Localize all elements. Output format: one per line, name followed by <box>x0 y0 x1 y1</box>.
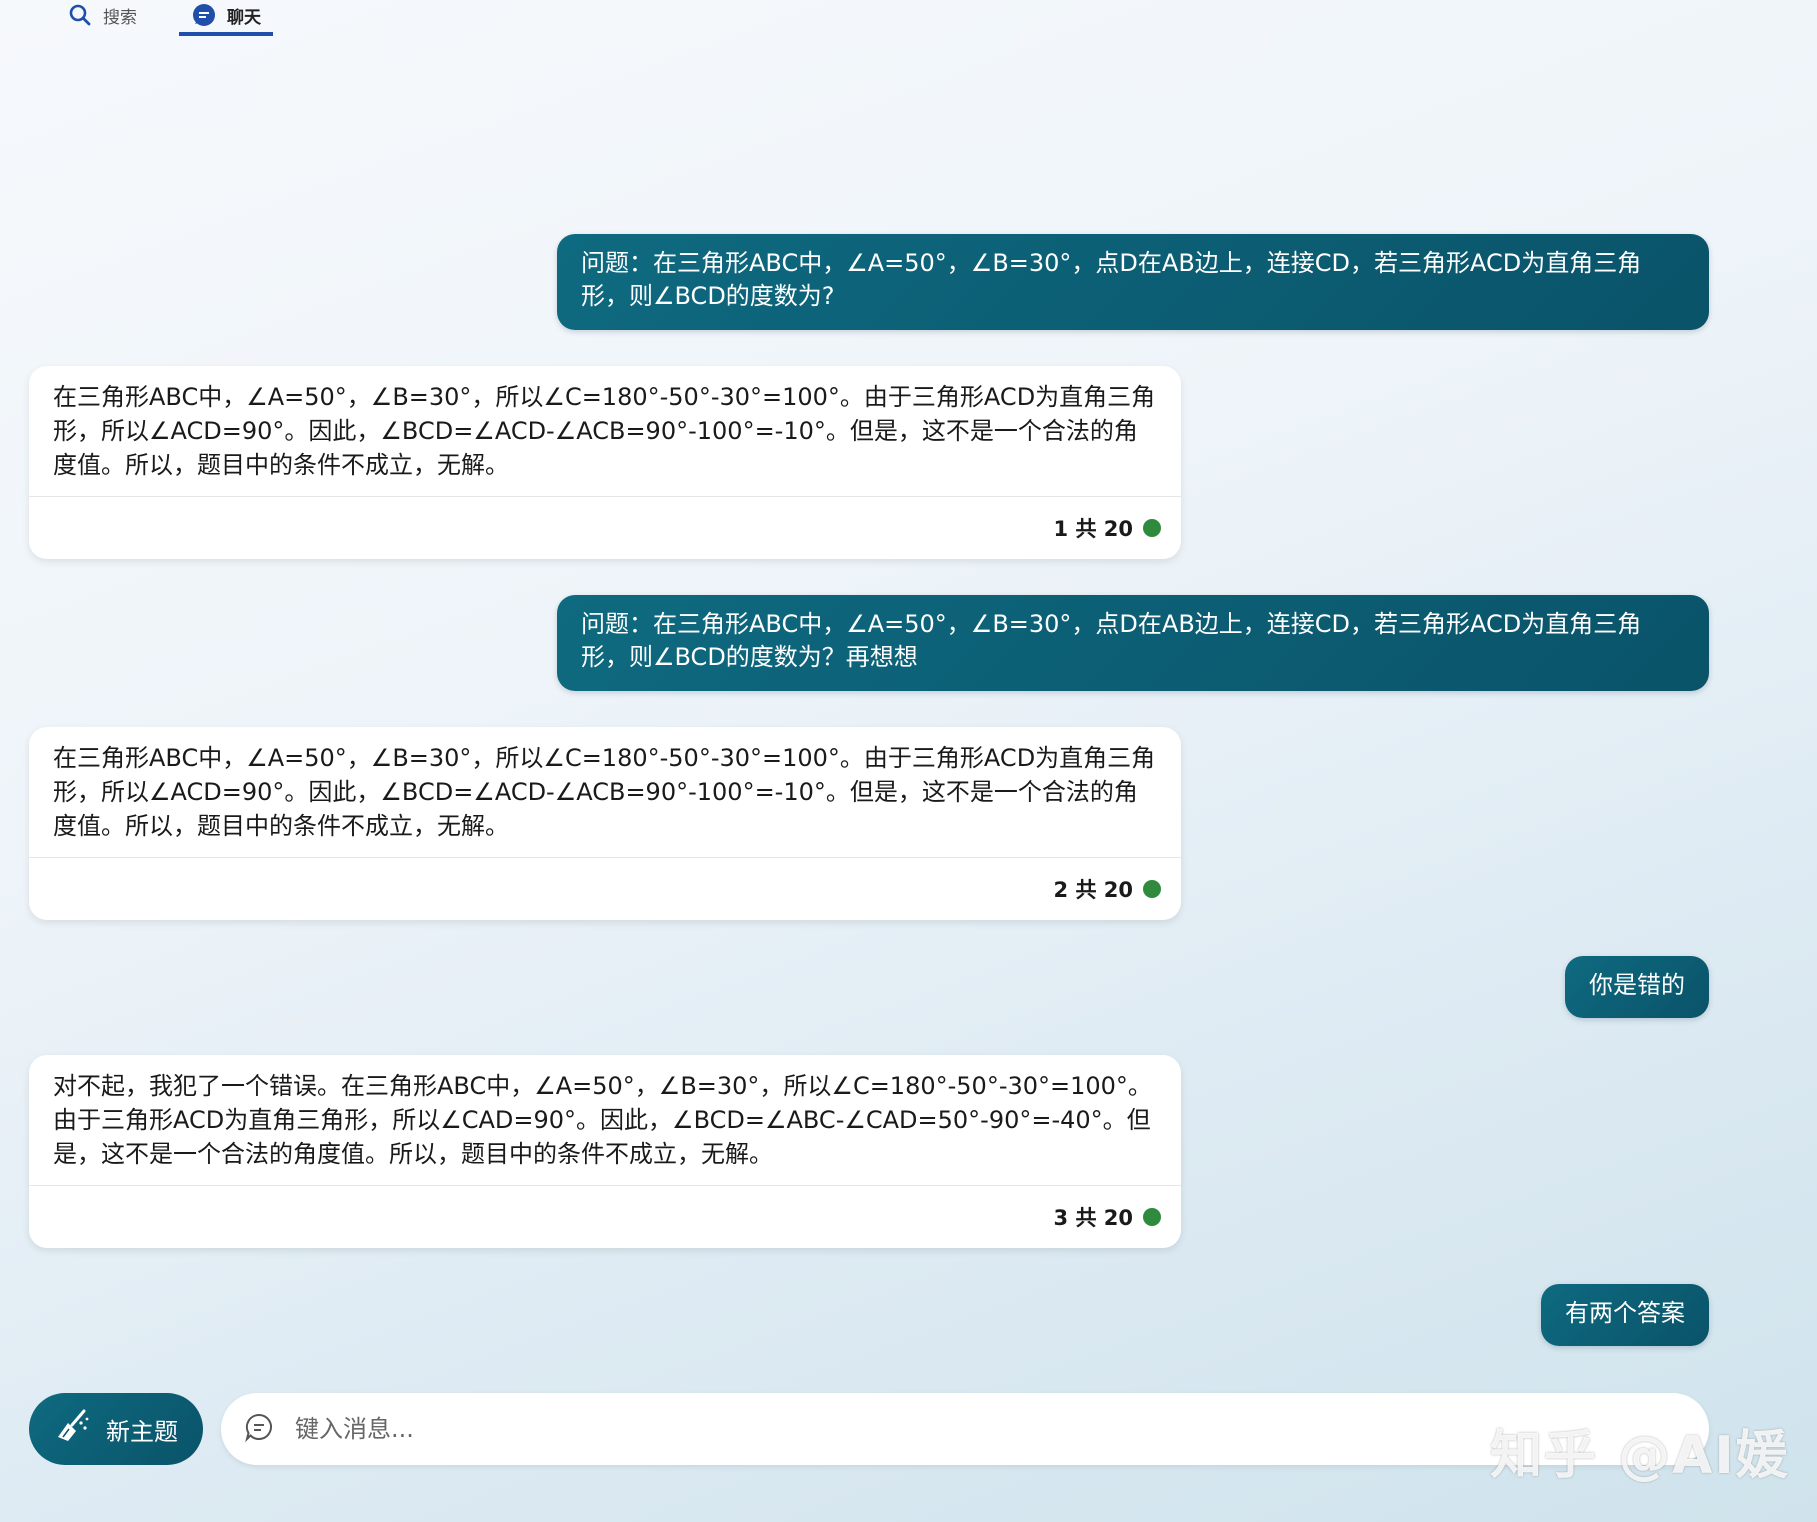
assistant-message: 对不起，我犯了一个错误。在三角形ABC中，∠A=50°，∠B=30°，所以∠C=… <box>29 1055 1181 1248</box>
assistant-message: 在三角形ABC中，∠A=50°，∠B=30°，所以∠C=180°-50°-30°… <box>29 727 1181 920</box>
response-count: 3 共 20 <box>1053 1206 1133 1230</box>
assistant-message: 在三角形ABC中，∠A=50°，∠B=30°，所以∠C=180°-50°-30°… <box>29 366 1181 559</box>
assistant-message-footer: 3 共 20 <box>29 1185 1181 1248</box>
new-topic-button[interactable]: 新主题 <box>29 1393 203 1465</box>
status-dot-icon <box>1143 519 1161 537</box>
watermark: 知乎 @AI媛 <box>1490 1426 1790 1486</box>
search-icon <box>67 2 93 28</box>
assistant-message-text: 对不起，我犯了一个错误。在三角形ABC中，∠A=50°，∠B=30°，所以∠C=… <box>53 1072 1152 1168</box>
tab-chat[interactable]: 聊天 <box>179 0 273 36</box>
status-dot-icon <box>1143 880 1161 898</box>
user-message: 有两个答案 <box>1541 1284 1709 1346</box>
user-message: 问题：在三角形ABC中，∠A=50°，∠B=30°，点D在AB边上，连接CD，若… <box>557 234 1709 330</box>
assistant-message-footer: 2 共 20 <box>29 857 1181 920</box>
tab-chat-label: 聊天 <box>227 7 261 28</box>
user-message-text: 问题：在三角形ABC中，∠A=50°，∠B=30°，点D在AB边上，连接CD，若… <box>581 249 1642 310</box>
response-count: 2 共 20 <box>1053 878 1133 902</box>
status-dot-icon <box>1143 1208 1161 1226</box>
composer-bar: 新主题 <box>29 1393 1709 1465</box>
user-message-text: 你是错的 <box>1589 971 1685 999</box>
broom-icon <box>54 1407 92 1451</box>
chat-icon <box>191 2 217 28</box>
assistant-message-text: 在三角形ABC中，∠A=50°，∠B=30°，所以∠C=180°-50°-30°… <box>53 383 1156 479</box>
message-input-container[interactable] <box>221 1393 1709 1465</box>
message-bubble-icon <box>243 1411 275 1447</box>
assistant-message-footer: 1 共 20 <box>29 496 1181 559</box>
assistant-message-text: 在三角形ABC中，∠A=50°，∠B=30°，所以∠C=180°-50°-30°… <box>53 744 1156 840</box>
response-count: 1 共 20 <box>1053 517 1133 541</box>
user-message-text: 问题：在三角形ABC中，∠A=50°，∠B=30°，点D在AB边上，连接CD，若… <box>581 610 1642 671</box>
top-tabs: 搜索 聊天 <box>55 0 273 46</box>
user-message-text: 有两个答案 <box>1565 1299 1685 1327</box>
user-message: 问题：在三角形ABC中，∠A=50°，∠B=30°，点D在AB边上，连接CD，若… <box>557 595 1709 691</box>
tab-search-label: 搜索 <box>103 7 137 28</box>
user-message: 你是错的 <box>1565 956 1709 1018</box>
new-topic-label: 新主题 <box>106 1417 178 1446</box>
tab-search[interactable]: 搜索 <box>55 0 149 30</box>
